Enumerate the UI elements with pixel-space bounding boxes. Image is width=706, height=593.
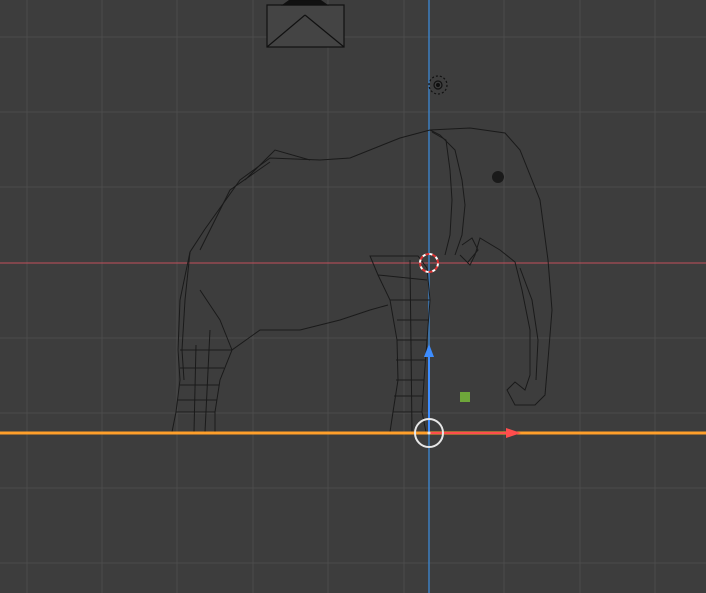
elephant-eye (492, 171, 504, 183)
floor-grid (0, 0, 706, 593)
x-arrow-icon[interactable] (506, 428, 521, 438)
z-arrow-icon[interactable] (424, 344, 434, 357)
viewport-canvas[interactable] (0, 0, 706, 593)
camera-icon[interactable] (266, 0, 345, 48)
light-icon[interactable] (428, 75, 448, 95)
xz-plane-handle[interactable] (460, 392, 470, 402)
3d-viewport[interactable] (0, 0, 706, 593)
